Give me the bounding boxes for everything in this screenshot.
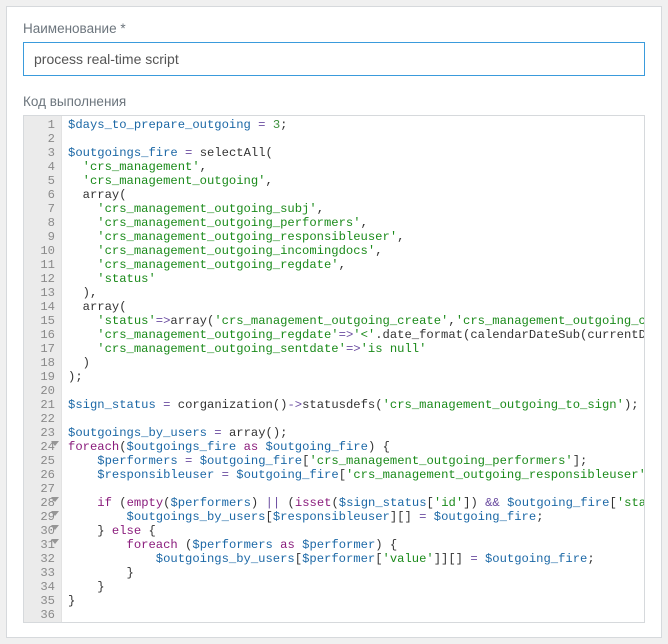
line-number: 2 (34, 132, 55, 146)
code-line[interactable]: } (68, 566, 644, 580)
code-editor[interactable]: 1234567891011121314151617181920212223242… (23, 115, 645, 623)
code-line[interactable]: $outgoings_by_users = array(); (68, 426, 644, 440)
code-line[interactable]: array( (68, 188, 644, 202)
code-line[interactable]: if (empty($performers) || (isset($sign_s… (68, 496, 644, 510)
code-line[interactable]: $days_to_prepare_outgoing = 3; (68, 118, 644, 132)
code-line[interactable]: $outgoings_fire = selectAll( (68, 146, 644, 160)
line-number: 28 (34, 496, 55, 510)
line-number: 7 (34, 202, 55, 216)
line-number: 8 (34, 216, 55, 230)
line-number: 20 (34, 384, 55, 398)
fold-icon[interactable] (51, 539, 59, 544)
line-number: 23 (34, 426, 55, 440)
code-line[interactable]: ), (68, 286, 644, 300)
fold-icon[interactable] (51, 441, 59, 446)
code-line[interactable]: ) (68, 356, 644, 370)
line-number: 17 (34, 342, 55, 356)
code-line[interactable]: 'status'=>array('crs_management_outgoing… (68, 314, 644, 328)
code-line[interactable]: foreach($outgoings_fire as $outgoing_fir… (68, 440, 644, 454)
line-number: 31 (34, 538, 55, 552)
code-line[interactable] (68, 608, 644, 622)
line-number: 22 (34, 412, 55, 426)
line-number: 30 (34, 524, 55, 538)
code-line[interactable] (68, 132, 644, 146)
line-number: 35 (34, 594, 55, 608)
form-panel: Наименование * Код выполнения 1234567891… (6, 6, 662, 638)
line-number: 10 (34, 244, 55, 258)
line-number: 1 (34, 118, 55, 132)
line-number: 11 (34, 258, 55, 272)
code-line[interactable]: $responsibleuser = $outgoing_fire['crs_m… (68, 468, 644, 482)
line-number: 24 (34, 440, 55, 454)
code-line[interactable] (68, 412, 644, 426)
code-line[interactable]: 'crs_management_outgoing_incomingdocs', (68, 244, 644, 258)
code-line[interactable]: 'crs_management_outgoing_regdate', (68, 258, 644, 272)
code-line[interactable]: $outgoings_by_users[$responsibleuser][] … (68, 510, 644, 524)
line-number: 25 (34, 454, 55, 468)
code-line[interactable]: } else { (68, 524, 644, 538)
line-number: 5 (34, 174, 55, 188)
code-line[interactable]: } (68, 594, 644, 608)
line-number: 21 (34, 398, 55, 412)
code-line[interactable]: } (68, 580, 644, 594)
code-line[interactable]: $outgoings_by_users[$performer['value']]… (68, 552, 644, 566)
code-line[interactable]: 'crs_management_outgoing_sentdate'=>'is … (68, 342, 644, 356)
fold-icon[interactable] (51, 511, 59, 516)
line-number: 32 (34, 552, 55, 566)
fold-icon[interactable] (51, 525, 59, 530)
line-number: 18 (34, 356, 55, 370)
fold-icon[interactable] (51, 497, 59, 502)
line-number: 3 (34, 146, 55, 160)
line-number: 16 (34, 328, 55, 342)
code-line[interactable]: ); (68, 370, 644, 384)
line-number: 19 (34, 370, 55, 384)
code-line[interactable]: 'crs_management_outgoing_performers', (68, 216, 644, 230)
code-label: Код выполнения (23, 94, 645, 109)
line-number: 14 (34, 300, 55, 314)
line-number: 15 (34, 314, 55, 328)
code-line[interactable]: array( (68, 300, 644, 314)
code-line[interactable]: 'crs_management', (68, 160, 644, 174)
line-number: 33 (34, 566, 55, 580)
code-line[interactable]: foreach ($performers as $performer) { (68, 538, 644, 552)
code-area[interactable]: $days_to_prepare_outgoing = 3; $outgoing… (62, 116, 644, 622)
code-line[interactable]: 'crs_management_outgoing_regdate'=>'<'.d… (68, 328, 644, 342)
code-line[interactable]: $performers = $outgoing_fire['crs_manage… (68, 454, 644, 468)
line-number: 13 (34, 286, 55, 300)
line-number: 27 (34, 482, 55, 496)
line-number: 36 (34, 608, 55, 622)
line-number: 29 (34, 510, 55, 524)
code-line[interactable]: 'crs_management_outgoing_subj', (68, 202, 644, 216)
code-line[interactable] (68, 384, 644, 398)
line-number: 12 (34, 272, 55, 286)
code-line[interactable]: 'crs_management_outgoing', (68, 174, 644, 188)
code-line[interactable]: $sign_status = corganization()->statusde… (68, 398, 644, 412)
name-input[interactable] (23, 42, 645, 76)
line-gutter: 1234567891011121314151617181920212223242… (24, 116, 62, 622)
code-line[interactable]: 'crs_management_outgoing_responsibleuser… (68, 230, 644, 244)
code-line[interactable] (68, 482, 644, 496)
line-number: 9 (34, 230, 55, 244)
line-number: 6 (34, 188, 55, 202)
line-number: 34 (34, 580, 55, 594)
line-number: 26 (34, 468, 55, 482)
name-label: Наименование * (23, 21, 645, 36)
code-line[interactable]: 'status' (68, 272, 644, 286)
line-number: 4 (34, 160, 55, 174)
